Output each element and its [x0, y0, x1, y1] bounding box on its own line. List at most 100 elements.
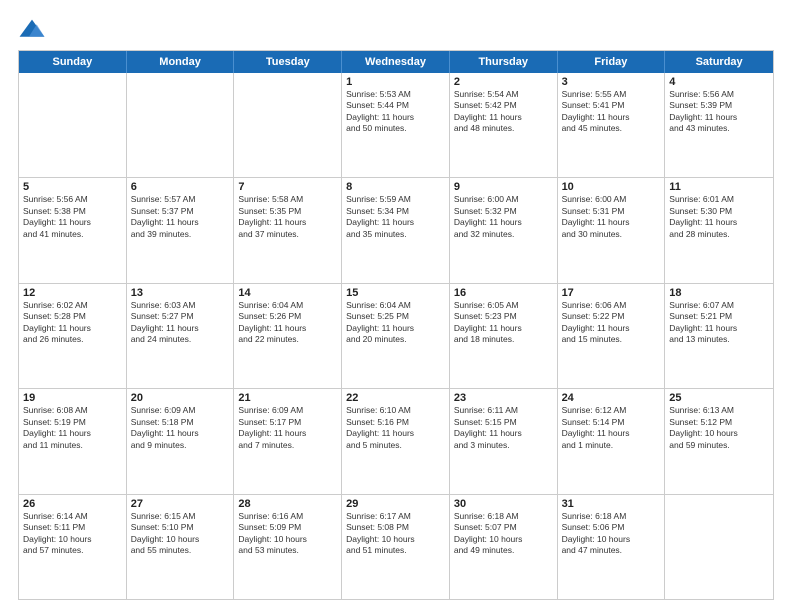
day-cell-19: 19Sunrise: 6:08 AM Sunset: 5:19 PM Dayli… [19, 389, 127, 493]
day-number: 8 [346, 181, 445, 193]
day-cell-3: 3Sunrise: 5:55 AM Sunset: 5:41 PM Daylig… [558, 73, 666, 177]
header-day-friday: Friday [558, 51, 666, 73]
day-info: Sunrise: 6:09 AM Sunset: 5:18 PM Dayligh… [131, 405, 230, 451]
logo [18, 18, 50, 40]
day-cell-15: 15Sunrise: 6:04 AM Sunset: 5:25 PM Dayli… [342, 284, 450, 388]
day-cell-12: 12Sunrise: 6:02 AM Sunset: 5:28 PM Dayli… [19, 284, 127, 388]
day-number: 10 [562, 181, 661, 193]
day-info: Sunrise: 6:03 AM Sunset: 5:27 PM Dayligh… [131, 300, 230, 346]
day-cell-9: 9Sunrise: 6:00 AM Sunset: 5:32 PM Daylig… [450, 178, 558, 282]
day-number: 27 [131, 498, 230, 510]
day-info: Sunrise: 6:14 AM Sunset: 5:11 PM Dayligh… [23, 511, 122, 557]
day-number: 5 [23, 181, 122, 193]
calendar: SundayMondayTuesdayWednesdayThursdayFrid… [18, 50, 774, 600]
day-info: Sunrise: 5:56 AM Sunset: 5:38 PM Dayligh… [23, 194, 122, 240]
day-cell-2: 2Sunrise: 5:54 AM Sunset: 5:42 PM Daylig… [450, 73, 558, 177]
day-info: Sunrise: 5:56 AM Sunset: 5:39 PM Dayligh… [669, 89, 769, 135]
day-cell-8: 8Sunrise: 5:59 AM Sunset: 5:34 PM Daylig… [342, 178, 450, 282]
day-info: Sunrise: 5:58 AM Sunset: 5:35 PM Dayligh… [238, 194, 337, 240]
day-cell-1: 1Sunrise: 5:53 AM Sunset: 5:44 PM Daylig… [342, 73, 450, 177]
day-info: Sunrise: 6:07 AM Sunset: 5:21 PM Dayligh… [669, 300, 769, 346]
week-row-3: 12Sunrise: 6:02 AM Sunset: 5:28 PM Dayli… [19, 284, 773, 389]
day-number: 1 [346, 76, 445, 88]
day-info: Sunrise: 6:12 AM Sunset: 5:14 PM Dayligh… [562, 405, 661, 451]
day-cell-7: 7Sunrise: 5:58 AM Sunset: 5:35 PM Daylig… [234, 178, 342, 282]
day-cell-26: 26Sunrise: 6:14 AM Sunset: 5:11 PM Dayli… [19, 495, 127, 599]
day-cell-25: 25Sunrise: 6:13 AM Sunset: 5:12 PM Dayli… [665, 389, 773, 493]
day-cell-21: 21Sunrise: 6:09 AM Sunset: 5:17 PM Dayli… [234, 389, 342, 493]
week-row-2: 5Sunrise: 5:56 AM Sunset: 5:38 PM Daylig… [19, 178, 773, 283]
day-cell-18: 18Sunrise: 6:07 AM Sunset: 5:21 PM Dayli… [665, 284, 773, 388]
day-cell-28: 28Sunrise: 6:16 AM Sunset: 5:09 PM Dayli… [234, 495, 342, 599]
day-info: Sunrise: 6:05 AM Sunset: 5:23 PM Dayligh… [454, 300, 553, 346]
day-number: 13 [131, 287, 230, 299]
day-number: 24 [562, 392, 661, 404]
header-day-wednesday: Wednesday [342, 51, 450, 73]
day-cell-13: 13Sunrise: 6:03 AM Sunset: 5:27 PM Dayli… [127, 284, 235, 388]
header-day-tuesday: Tuesday [234, 51, 342, 73]
day-number: 30 [454, 498, 553, 510]
week-row-5: 26Sunrise: 6:14 AM Sunset: 5:11 PM Dayli… [19, 495, 773, 599]
day-number: 16 [454, 287, 553, 299]
day-number: 28 [238, 498, 337, 510]
day-number: 17 [562, 287, 661, 299]
day-number: 23 [454, 392, 553, 404]
day-number: 9 [454, 181, 553, 193]
day-cell-29: 29Sunrise: 6:17 AM Sunset: 5:08 PM Dayli… [342, 495, 450, 599]
header-day-thursday: Thursday [450, 51, 558, 73]
header-day-sunday: Sunday [19, 51, 127, 73]
calendar-header: SundayMondayTuesdayWednesdayThursdayFrid… [19, 51, 773, 73]
day-info: Sunrise: 6:06 AM Sunset: 5:22 PM Dayligh… [562, 300, 661, 346]
day-info: Sunrise: 6:04 AM Sunset: 5:25 PM Dayligh… [346, 300, 445, 346]
day-number: 20 [131, 392, 230, 404]
day-number: 22 [346, 392, 445, 404]
day-cell-20: 20Sunrise: 6:09 AM Sunset: 5:18 PM Dayli… [127, 389, 235, 493]
day-info: Sunrise: 6:01 AM Sunset: 5:30 PM Dayligh… [669, 194, 769, 240]
day-cell-16: 16Sunrise: 6:05 AM Sunset: 5:23 PM Dayli… [450, 284, 558, 388]
day-info: Sunrise: 6:04 AM Sunset: 5:26 PM Dayligh… [238, 300, 337, 346]
day-info: Sunrise: 6:09 AM Sunset: 5:17 PM Dayligh… [238, 405, 337, 451]
day-cell-4: 4Sunrise: 5:56 AM Sunset: 5:39 PM Daylig… [665, 73, 773, 177]
day-info: Sunrise: 6:13 AM Sunset: 5:12 PM Dayligh… [669, 405, 769, 451]
day-cell-10: 10Sunrise: 6:00 AM Sunset: 5:31 PM Dayli… [558, 178, 666, 282]
week-row-1: 1Sunrise: 5:53 AM Sunset: 5:44 PM Daylig… [19, 73, 773, 178]
day-number: 29 [346, 498, 445, 510]
day-info: Sunrise: 5:55 AM Sunset: 5:41 PM Dayligh… [562, 89, 661, 135]
day-number: 12 [23, 287, 122, 299]
day-cell-5: 5Sunrise: 5:56 AM Sunset: 5:38 PM Daylig… [19, 178, 127, 282]
day-number: 14 [238, 287, 337, 299]
day-info: Sunrise: 6:00 AM Sunset: 5:32 PM Dayligh… [454, 194, 553, 240]
day-number: 2 [454, 76, 553, 88]
header-day-monday: Monday [127, 51, 235, 73]
day-cell-24: 24Sunrise: 6:12 AM Sunset: 5:14 PM Dayli… [558, 389, 666, 493]
calendar-body: 1Sunrise: 5:53 AM Sunset: 5:44 PM Daylig… [19, 73, 773, 599]
day-cell-23: 23Sunrise: 6:11 AM Sunset: 5:15 PM Dayli… [450, 389, 558, 493]
day-number: 31 [562, 498, 661, 510]
day-info: Sunrise: 6:00 AM Sunset: 5:31 PM Dayligh… [562, 194, 661, 240]
day-info: Sunrise: 5:57 AM Sunset: 5:37 PM Dayligh… [131, 194, 230, 240]
day-cell-empty [665, 495, 773, 599]
day-cell-6: 6Sunrise: 5:57 AM Sunset: 5:37 PM Daylig… [127, 178, 235, 282]
day-info: Sunrise: 5:59 AM Sunset: 5:34 PM Dayligh… [346, 194, 445, 240]
day-info: Sunrise: 6:02 AM Sunset: 5:28 PM Dayligh… [23, 300, 122, 346]
day-cell-empty [127, 73, 235, 177]
day-cell-27: 27Sunrise: 6:15 AM Sunset: 5:10 PM Dayli… [127, 495, 235, 599]
day-number: 7 [238, 181, 337, 193]
day-info: Sunrise: 6:15 AM Sunset: 5:10 PM Dayligh… [131, 511, 230, 557]
day-number: 21 [238, 392, 337, 404]
day-cell-11: 11Sunrise: 6:01 AM Sunset: 5:30 PM Dayli… [665, 178, 773, 282]
day-info: Sunrise: 6:17 AM Sunset: 5:08 PM Dayligh… [346, 511, 445, 557]
day-cell-empty [19, 73, 127, 177]
day-cell-30: 30Sunrise: 6:18 AM Sunset: 5:07 PM Dayli… [450, 495, 558, 599]
day-number: 18 [669, 287, 769, 299]
day-number: 6 [131, 181, 230, 193]
day-cell-empty [234, 73, 342, 177]
page: SundayMondayTuesdayWednesdayThursdayFrid… [0, 0, 792, 612]
day-number: 3 [562, 76, 661, 88]
day-cell-14: 14Sunrise: 6:04 AM Sunset: 5:26 PM Dayli… [234, 284, 342, 388]
header-day-saturday: Saturday [665, 51, 773, 73]
day-info: Sunrise: 6:11 AM Sunset: 5:15 PM Dayligh… [454, 405, 553, 451]
day-number: 26 [23, 498, 122, 510]
day-number: 19 [23, 392, 122, 404]
day-cell-17: 17Sunrise: 6:06 AM Sunset: 5:22 PM Dayli… [558, 284, 666, 388]
